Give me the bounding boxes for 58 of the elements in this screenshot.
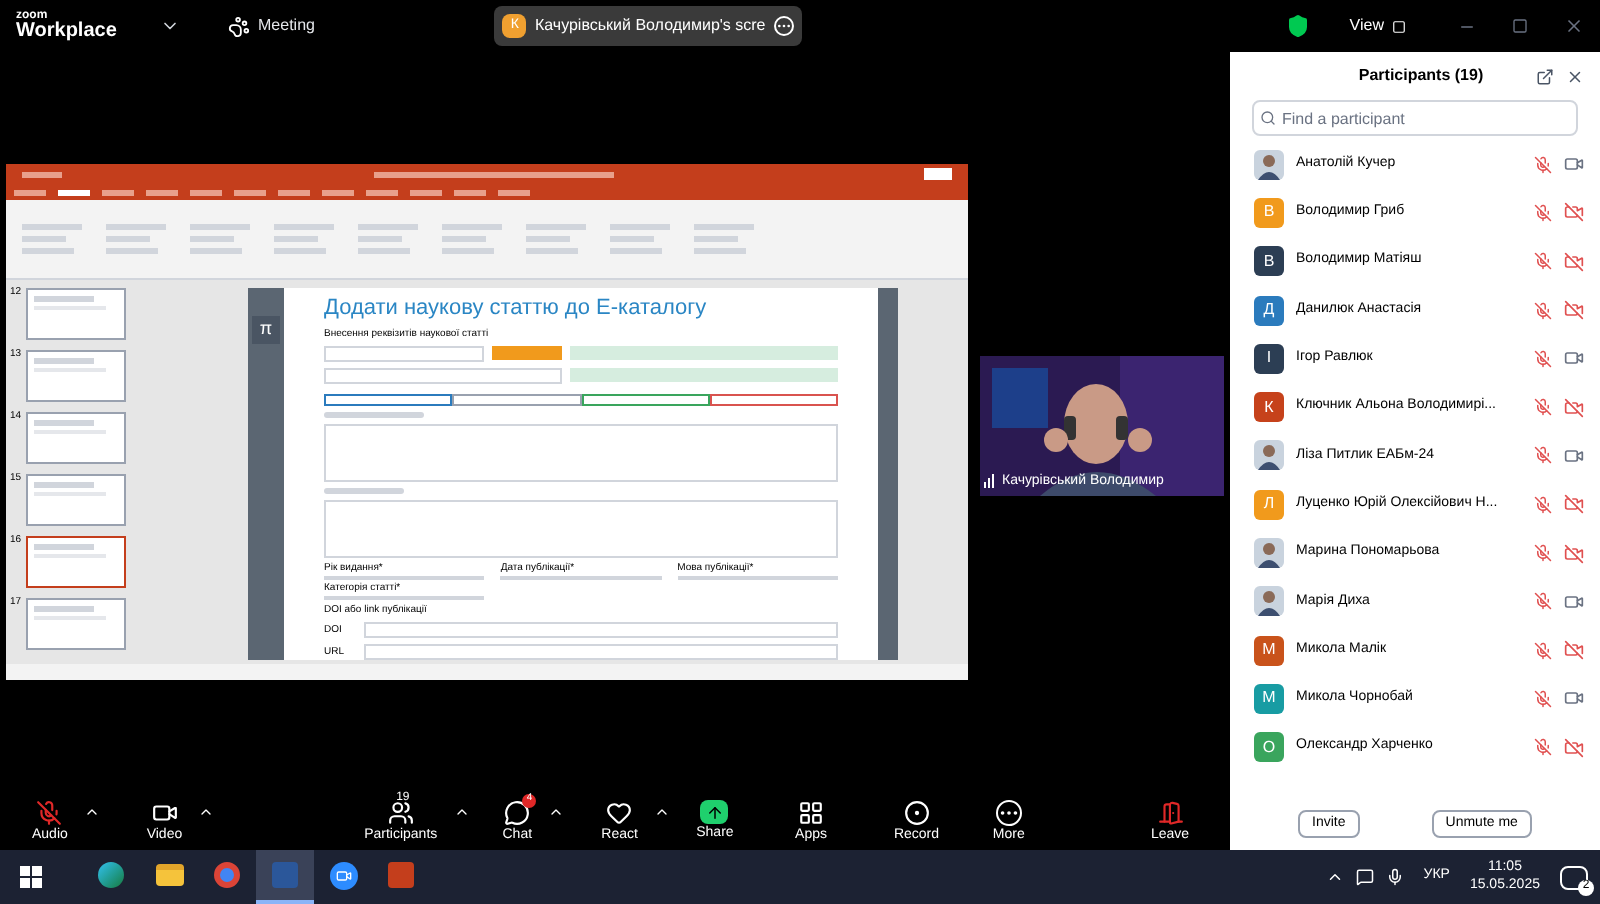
- avatar-letter: М: [1254, 683, 1284, 714]
- avatar-letter: К: [1254, 392, 1284, 423]
- leave-icon[interactable]: [1157, 799, 1183, 825]
- browser-icon[interactable]: [98, 862, 124, 888]
- folder-icon[interactable]: [155, 864, 183, 886]
- close-icon[interactable]: [1566, 67, 1584, 85]
- record-icon[interactable]: [903, 799, 930, 825]
- more-icon[interactable]: [995, 799, 1022, 825]
- slide-thumbnail[interactable]: [26, 474, 126, 526]
- avatar-letter: О: [1254, 732, 1284, 763]
- search-icon: [1260, 110, 1276, 126]
- slide-thumbnail[interactable]: [26, 412, 126, 464]
- brand-name: Workplace: [16, 22, 119, 42]
- avatar-photo: [1254, 538, 1284, 569]
- avatar-letter: В: [1254, 197, 1284, 228]
- search-field[interactable]: Find a participant: [1252, 100, 1578, 136]
- taskbar-app[interactable]: [256, 850, 314, 904]
- apps-icon[interactable]: [798, 799, 825, 825]
- slide-thumbnail[interactable]: [26, 350, 126, 402]
- avatar-letter: І: [1254, 343, 1284, 374]
- start-icon[interactable]: [20, 866, 42, 888]
- avatar-letter: Л: [1254, 489, 1284, 520]
- video-app-icon[interactable]: [329, 861, 357, 889]
- signal-icon: [984, 474, 994, 489]
- browser-icon[interactable]: [214, 862, 240, 888]
- slide-thumbnail[interactable]: [26, 598, 126, 650]
- more-icon[interactable]: [773, 16, 794, 36]
- pi-icon: π: [252, 316, 280, 344]
- avatar-photo: [1254, 440, 1284, 471]
- chat-icon[interactable]: [504, 799, 531, 825]
- slide-title: Додати наукову статтю до Е-каталогу: [324, 296, 709, 324]
- panel-title: Participants (19): [1358, 64, 1484, 88]
- share-label: Качурівський Володимир's scre: [534, 14, 766, 38]
- close-icon[interactable]: [1564, 16, 1584, 36]
- avatar-photo: [1254, 586, 1284, 617]
- meeting-label[interactable]: Meeting: [258, 14, 315, 38]
- avatar-photo: [1254, 149, 1284, 180]
- view-label[interactable]: View: [1349, 14, 1384, 38]
- shield-icon: [1285, 14, 1310, 38]
- share-icon[interactable]: [700, 800, 729, 824]
- blurred-text: [324, 411, 424, 418]
- mic-muted-icon[interactable]: [36, 799, 63, 825]
- view-icon[interactable]: [1392, 19, 1406, 33]
- slide-thumbnail[interactable]: [26, 288, 126, 340]
- slide-thumbnail[interactable]: [26, 536, 126, 588]
- paw-icon: [228, 15, 250, 37]
- camera-icon[interactable]: [151, 799, 178, 825]
- blurred-text: [324, 487, 404, 494]
- avatar-letter: Д: [1254, 295, 1284, 326]
- avatar-letter: В: [1254, 246, 1284, 277]
- heart-icon[interactable]: [606, 799, 633, 825]
- tray-caret-icon[interactable]: [1325, 868, 1344, 886]
- tray-mic-icon[interactable]: [1385, 868, 1404, 886]
- pop-out-icon[interactable]: [1536, 67, 1554, 85]
- people-icon[interactable]: [387, 799, 414, 825]
- avatar-letter: М: [1254, 635, 1284, 666]
- tray-icon[interactable]: [1355, 868, 1374, 886]
- maximize-icon[interactable]: [1512, 18, 1528, 34]
